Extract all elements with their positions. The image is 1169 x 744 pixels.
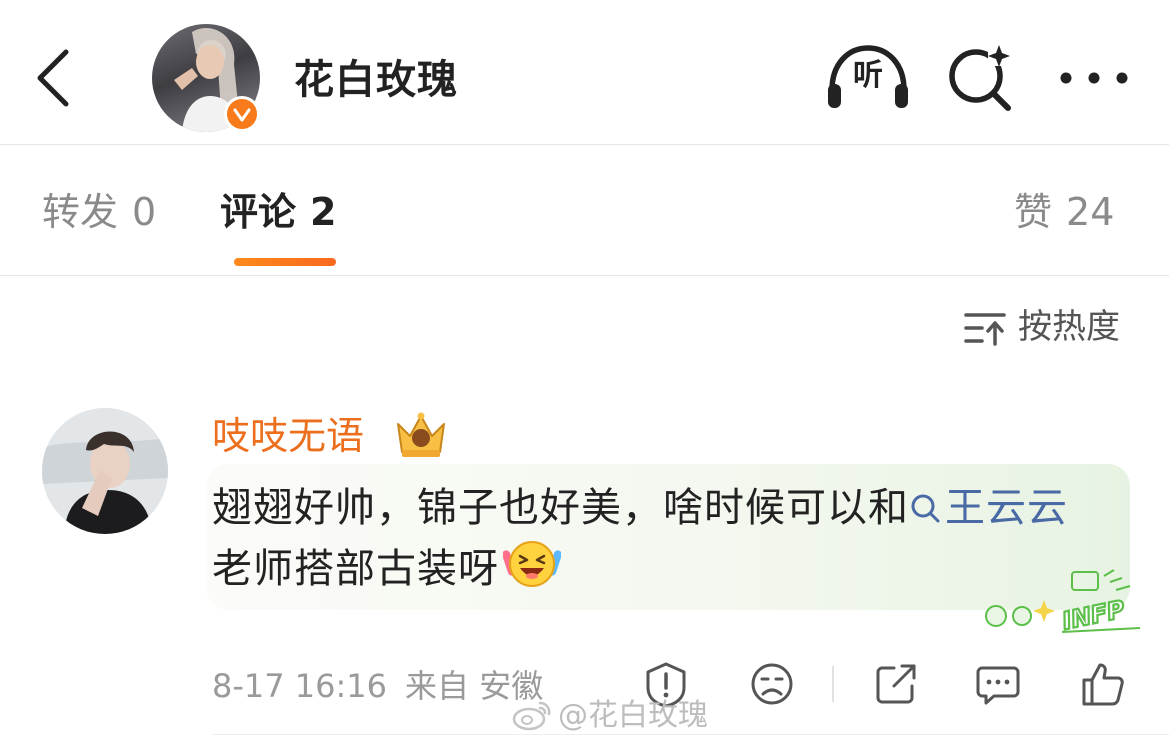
crown-badge-icon (397, 412, 445, 457)
like-icon[interactable] (1078, 660, 1126, 708)
listen-label: 听 (853, 58, 883, 93)
comment-page: 花白玫瑰 听 转发 0 评论 2 赞 24 按热度 吱吱无语 翅翅好帅，锦子也好… (0, 0, 1169, 744)
dislike-face-icon[interactable] (748, 660, 796, 708)
commenter-avatar[interactable] (42, 408, 168, 534)
comment-text: 翅翅好帅，锦子也好美，啥时候可以和 王云云老师搭部古装呀 (212, 478, 1092, 599)
tabs-divider (0, 275, 1169, 276)
weibo-logo (512, 701, 551, 731)
infp-sticker: INFP (985, 569, 1141, 636)
tab-repost[interactable]: 转发 0 (42, 184, 156, 240)
sort-label: 按热度 (1018, 307, 1120, 347)
profile-avatar[interactable] (152, 24, 262, 134)
tab-like-count: 24 (1066, 190, 1115, 234)
bottom-divider (212, 734, 1169, 735)
top-header: 花白玫瑰 听 (0, 0, 1169, 144)
back-icon (37, 49, 69, 107)
header-divider (0, 144, 1169, 145)
share-icon[interactable] (872, 660, 920, 708)
tab-comment[interactable]: 评论 2 (220, 184, 336, 240)
mention-name: 王云云 (945, 485, 1068, 531)
comment-text-before: 翅翅好帅，锦子也好美，啥时候可以和 (212, 485, 909, 531)
verified-icon (224, 96, 260, 132)
search-sparkle-icon (949, 44, 1011, 111)
comment-username[interactable]: 吱吱无语 (212, 410, 364, 462)
tab-comment-count: 2 (310, 190, 337, 234)
tab-like[interactable]: 赞 24 (1014, 184, 1114, 240)
watermark-text: @花白玫瑰 (558, 698, 708, 733)
listen-button[interactable]: 听 (824, 42, 912, 112)
action-separator (832, 666, 834, 702)
search-button[interactable] (944, 40, 1016, 112)
search-icon (911, 494, 940, 523)
sort-icon (964, 313, 1006, 346)
more-icon (1060, 72, 1128, 84)
tab-like-label: 赞 (1014, 190, 1053, 234)
laugh-cry-emoji (503, 541, 561, 587)
more-button[interactable] (1054, 60, 1134, 96)
watermark: @花白玫瑰 (512, 692, 708, 740)
tab-repost-count: 0 (132, 190, 157, 234)
mention-link[interactable]: 王云云 (909, 485, 1068, 531)
active-tab-indicator (234, 258, 336, 266)
back-button[interactable] (30, 46, 80, 110)
sort-button[interactable]: 按热度 (964, 304, 1134, 350)
page-title[interactable]: 花白玫瑰 (294, 52, 458, 108)
tab-comment-label: 评论 (220, 190, 297, 234)
tab-repost-label: 转发 (42, 190, 119, 234)
comment-timestamp: 8-17 16:16 (212, 667, 388, 705)
comment-text-after: 老师搭部古装呀 (212, 546, 499, 592)
comment-icon[interactable] (974, 660, 1022, 708)
comment-meta: 8-17 16:16 来自 安徽 (212, 664, 543, 708)
